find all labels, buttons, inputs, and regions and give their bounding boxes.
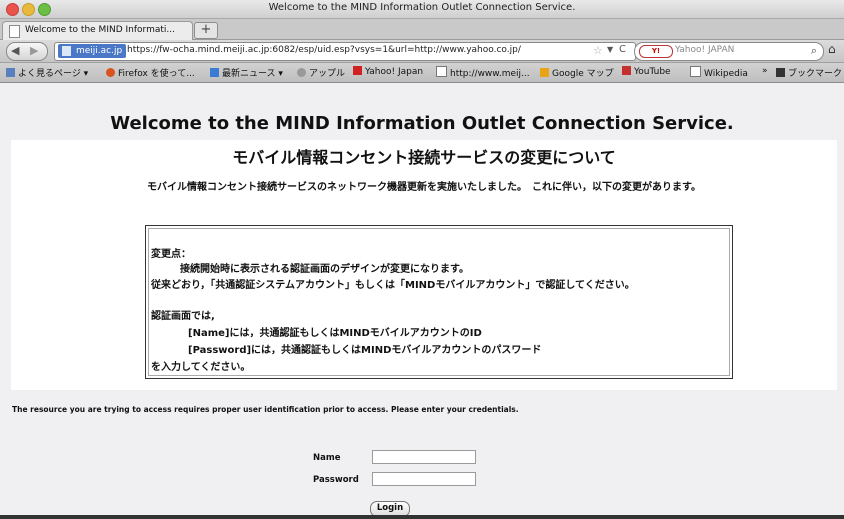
forward-icon[interactable]: ▶: [30, 44, 38, 57]
name-input[interactable]: [372, 450, 476, 464]
site-identity-label: meiji.ac.jp: [76, 46, 123, 56]
announcement-intro: モバイル情報コンセント接続サービスのネットワーク機器更新を実施いたしました。 こ…: [147, 182, 701, 193]
reload-icon[interactable]: C: [619, 44, 626, 55]
tab-welcome[interactable]: Welcome to the MIND Informati...: [2, 21, 193, 40]
name-label: Name: [313, 453, 341, 463]
bookmark-item[interactable]: Google マップ: [540, 66, 614, 79]
notice-line: 従来どおり，「共通認証システムアカウント」もしくは「MINDモバイルアカウント」…: [151, 280, 635, 291]
rss-icon: [210, 68, 219, 77]
bookmark-item[interactable]: http://www.meij...: [436, 66, 530, 79]
url-dropdown-icon[interactable]: ▼: [607, 45, 613, 54]
bookmark-item[interactable]: よく見るページ ▾: [6, 66, 88, 79]
notice-line: [Password]には，共通認証もしくはMINDモバイルアカウントのパスワード: [188, 345, 542, 356]
maps-icon: [540, 68, 549, 77]
site-favicon-icon: [62, 46, 71, 56]
bookmark-item[interactable]: YouTube: [622, 66, 671, 77]
back-icon[interactable]: ◀: [11, 44, 19, 57]
search-bar[interactable]: Y! Yahoo! JAPAN ⌕: [634, 42, 824, 61]
page-title: Welcome to the MIND Information Outlet C…: [110, 113, 734, 134]
notice-line: を入力してください。: [151, 362, 251, 373]
search-input[interactable]: Yahoo! JAPAN: [675, 45, 734, 55]
yahoo-icon: [353, 66, 362, 75]
password-label: Password: [313, 475, 359, 485]
bookmark-item[interactable]: Firefox を使って...: [106, 66, 195, 79]
bookmark-item[interactable]: アップル: [297, 66, 345, 79]
bookmark-item[interactable]: Wikipedia: [690, 66, 748, 79]
window-titlebar: Welcome to the MIND Information Outlet C…: [0, 0, 844, 19]
bookmark-item[interactable]: 最新ニュース ▾: [210, 66, 283, 79]
search-icon[interactable]: ⌕: [811, 44, 817, 58]
notice-heading: 変更点：: [151, 249, 191, 260]
search-engine-icon[interactable]: Y!: [639, 45, 673, 58]
new-tab-button[interactable]: +: [194, 22, 218, 39]
tab-label: Welcome to the MIND Informati...: [25, 25, 175, 35]
bookmarks-icon: [6, 68, 15, 77]
firefox-icon: [106, 68, 115, 77]
window-title: Welcome to the MIND Information Outlet C…: [268, 2, 576, 13]
page-icon: [9, 25, 20, 38]
password-input[interactable]: [372, 472, 476, 486]
credentials-message: The resource you are trying to access re…: [12, 405, 519, 414]
home-icon[interactable]: ⌂: [828, 42, 844, 59]
bookmarks-bar: よく見るページ ▾ Firefox を使って... 最新ニュース ▾ アップル …: [0, 63, 844, 83]
notice-line: [Name]には，共通認証もしくはMINDモバイルアカウントのID: [188, 328, 482, 339]
bookmark-item[interactable]: Yahoo! Japan: [353, 66, 423, 77]
url-text[interactable]: https://fw-ocha.mind.meiji.ac.jp:6082/es…: [127, 45, 521, 55]
change-notice-box: 変更点： 接続開始時に表示される認証画面のデザインが変更になります。 従来どおり…: [145, 225, 733, 379]
youtube-icon: [622, 66, 631, 75]
apple-icon: [297, 68, 306, 77]
tab-bar: Welcome to the MIND Informati... +: [0, 19, 844, 40]
bookmark-menu-icon: [776, 68, 785, 77]
navigation-bar: ◀ ▶ meiji.ac.jp https://fw-ocha.mind.mei…: [0, 40, 844, 63]
announcement-title: モバイル情報コンセント接続サービスの変更について: [232, 148, 616, 167]
notice-heading: 認証画面では,: [151, 311, 215, 322]
notice-line: 接続開始時に表示される認証画面のデザインが変更になります。: [180, 264, 469, 275]
back-forward-buttons: ◀ ▶: [6, 42, 48, 61]
page-content: Welcome to the MIND Information Outlet C…: [0, 83, 844, 519]
bookmark-menu[interactable]: ブックマーク: [776, 66, 842, 79]
announcement-panel: モバイル情報コンセント接続サービスの変更について モバイル情報コンセント接続サー…: [11, 140, 837, 390]
page-icon: [690, 66, 701, 77]
url-bar[interactable]: meiji.ac.jp https://fw-ocha.mind.meiji.a…: [54, 42, 636, 61]
bottom-edge: [0, 515, 844, 519]
page-icon: [436, 66, 447, 77]
bookmark-star-icon[interactable]: ☆: [593, 44, 603, 57]
bookmarks-overflow-button[interactable]: »: [762, 66, 768, 76]
site-identity-button[interactable]: meiji.ac.jp: [58, 44, 127, 58]
